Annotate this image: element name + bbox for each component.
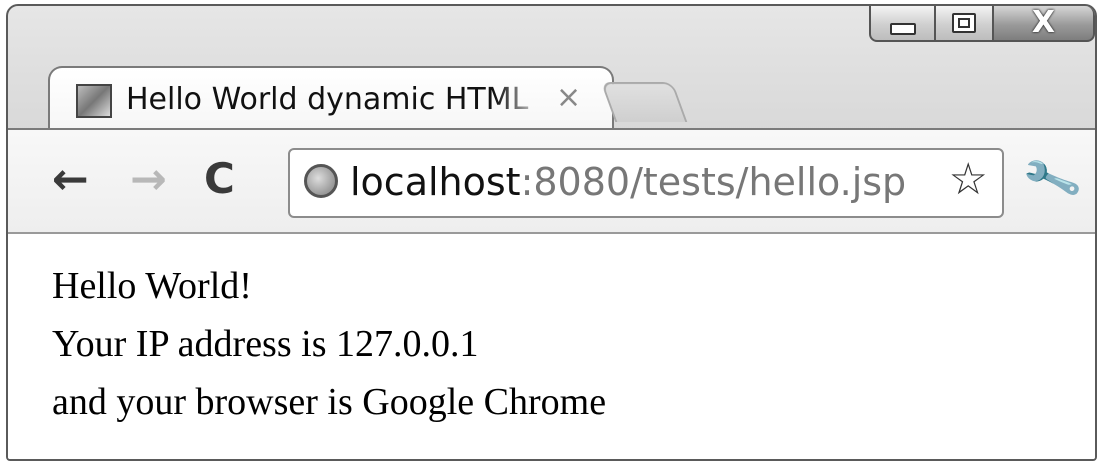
forward-button[interactable]: → <box>130 158 167 202</box>
close-window-button[interactable]: X <box>993 5 1095 42</box>
maximize-icon <box>952 13 976 33</box>
browser-window: X Hello World dynamic HTML × ← → C local… <box>6 4 1097 461</box>
minimize-button[interactable] <box>869 6 935 42</box>
page-favicon-icon <box>76 84 112 118</box>
tab-active[interactable]: Hello World dynamic HTML × <box>48 66 614 130</box>
tab-title: Hello World dynamic HTML <box>126 82 529 117</box>
url-path: :8080/tests/hello.jsp <box>520 160 907 204</box>
bookmark-star-icon[interactable]: ☆ <box>949 158 988 202</box>
wrench-menu-icon[interactable]: 🔧 <box>1019 147 1085 211</box>
window-controls: X <box>869 5 1095 44</box>
address-bar[interactable]: localhost:8080/tests/hello.jsp ☆ <box>288 148 1004 218</box>
hello-text: Hello World! <box>52 265 252 307</box>
browser-text: and your browser is Google Chrome <box>52 381 607 423</box>
maximize-button[interactable] <box>935 6 993 42</box>
back-button[interactable]: ← <box>52 158 89 202</box>
close-icon: X <box>1031 5 1056 40</box>
url-text[interactable]: localhost:8080/tests/hello.jsp <box>350 160 906 204</box>
tab-close-icon[interactable]: × <box>556 80 581 115</box>
globe-icon <box>304 164 338 198</box>
page-content: Hello World! Your IP address is 127.0.0.… <box>8 232 1095 459</box>
new-tab-button[interactable] <box>600 82 688 122</box>
toolbar: ← → C localhost:8080/tests/hello.jsp ☆ 🔧 <box>8 128 1095 234</box>
ip-address-text: Your IP address is 127.0.0.1 <box>52 323 479 365</box>
minimize-icon <box>889 23 916 35</box>
reload-button[interactable]: C <box>204 158 235 200</box>
url-host: localhost <box>350 160 521 204</box>
